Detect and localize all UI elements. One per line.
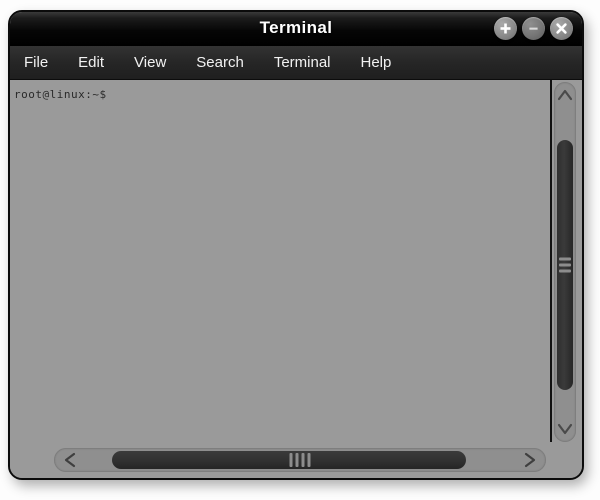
close-icon	[556, 23, 567, 34]
plus-icon	[500, 23, 511, 34]
menu-item-edit[interactable]: Edit	[78, 52, 104, 73]
scroll-down-button[interactable]	[554, 418, 576, 440]
maximize-button[interactable]	[494, 17, 517, 40]
menu-item-view[interactable]: View	[134, 52, 166, 73]
chevron-up-icon	[557, 89, 573, 101]
minimize-button[interactable]	[522, 17, 545, 40]
scroll-up-button[interactable]	[554, 84, 576, 106]
window-controls	[494, 17, 573, 40]
terminal-screen[interactable]: root@linux:~$	[10, 80, 552, 442]
vertical-scrollbar-thumb[interactable]	[557, 140, 573, 390]
vertical-scrollbar[interactable]	[554, 82, 576, 442]
vertical-scrollbar-grip	[559, 257, 571, 273]
menu-item-help[interactable]: Help	[361, 52, 392, 73]
terminal-window: Terminal File Edit View Search Terminal …	[8, 10, 584, 480]
terminal-prompt: root@linux:~$	[14, 88, 107, 101]
window-titlebar: Terminal	[10, 12, 582, 46]
horizontal-scrollbar-grip	[289, 453, 311, 467]
menu-bar: File Edit View Search Terminal Help	[10, 46, 582, 80]
menu-item-terminal[interactable]: Terminal	[274, 52, 331, 73]
minus-icon	[529, 27, 538, 30]
chevron-right-icon	[524, 452, 536, 468]
menu-item-search[interactable]: Search	[196, 52, 244, 73]
chevron-left-icon	[64, 452, 76, 468]
terminal-body: root@linux:~$	[10, 80, 582, 478]
horizontal-scrollbar[interactable]	[54, 448, 546, 472]
close-button[interactable]	[550, 17, 573, 40]
scroll-right-button[interactable]	[518, 448, 542, 472]
scroll-left-button[interactable]	[58, 448, 82, 472]
horizontal-scrollbar-thumb[interactable]	[112, 451, 466, 469]
page-root: Terminal File Edit View Search Terminal …	[0, 0, 600, 500]
menu-item-file[interactable]: File	[24, 52, 48, 73]
chevron-down-icon	[557, 423, 573, 435]
